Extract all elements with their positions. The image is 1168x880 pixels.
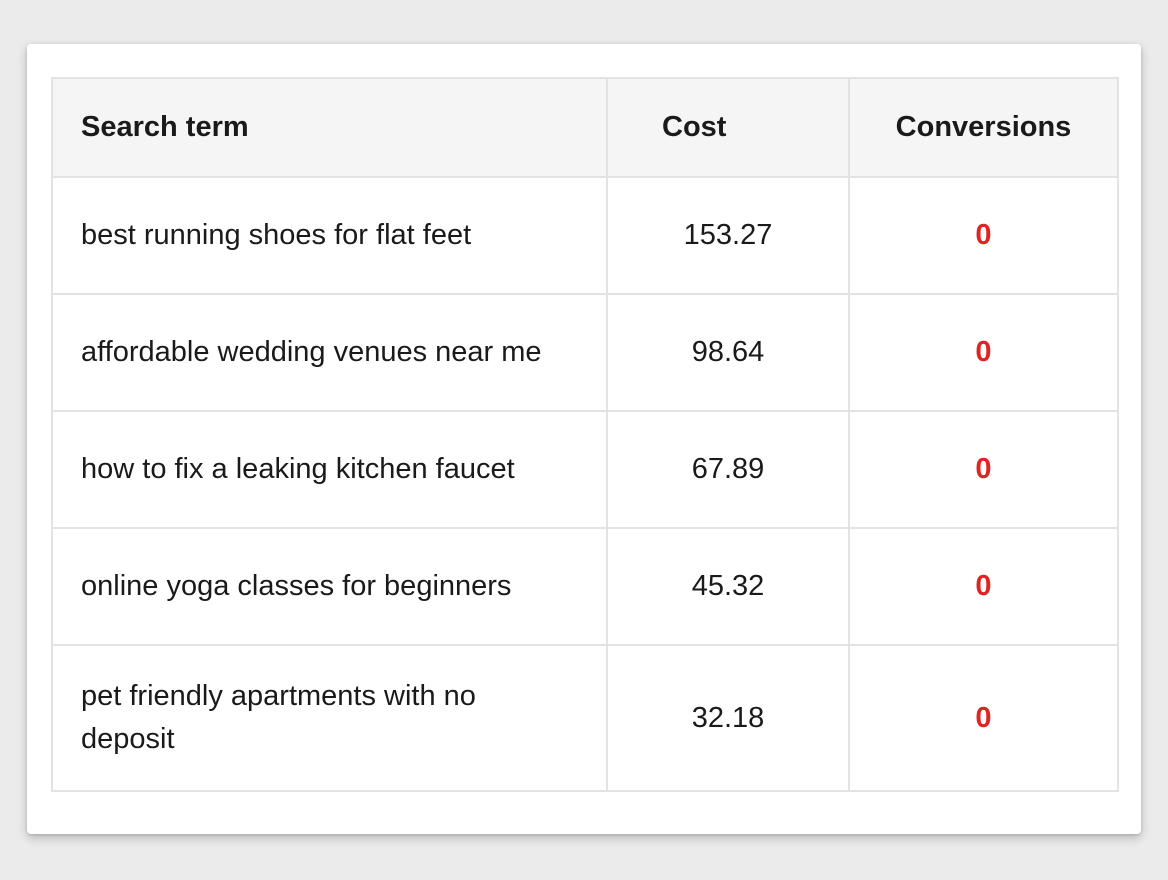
column-header-conversions[interactable]: Conversions [848,77,1119,178]
conversions-cell: 0 [848,293,1119,412]
table-header: Search term Cost Conversions [51,77,1119,178]
search-term-cell: how to fix a leaking kitchen faucet [51,410,608,529]
table-row: how to fix a leaking kitchen faucet 67.8… [51,410,1119,529]
search-terms-card: Search term Cost Conversions best runnin… [27,44,1141,834]
cost-cell: 98.64 [606,293,850,412]
cost-cell: 67.89 [606,410,850,529]
search-term-cell: pet friendly apartments with no deposit [51,644,608,792]
conversions-cell: 0 [848,644,1119,792]
cost-cell: 32.18 [606,644,850,792]
search-term-cell: affordable wedding venues near me [51,293,608,412]
conversions-cell: 0 [848,176,1119,295]
column-header-cost[interactable]: Cost [606,77,850,178]
search-term-cell: online yoga classes for beginners [51,527,608,646]
conversions-cell: 0 [848,527,1119,646]
cost-cell: 45.32 [606,527,850,646]
column-header-search-term[interactable]: Search term [51,77,608,178]
conversions-cell: 0 [848,410,1119,529]
header-row: Search term Cost Conversions [51,77,1119,178]
search-term-cell: best running shoes for flat feet [51,176,608,295]
table-row: affordable wedding venues near me 98.64 … [51,293,1119,412]
table-body: best running shoes for flat feet 153.27 … [51,176,1119,792]
table-row: pet friendly apartments with no deposit … [51,644,1119,792]
table-row: online yoga classes for beginners 45.32 … [51,527,1119,646]
cost-cell: 153.27 [606,176,850,295]
search-terms-table: Search term Cost Conversions best runnin… [51,77,1119,792]
table-row: best running shoes for flat feet 153.27 … [51,176,1119,295]
